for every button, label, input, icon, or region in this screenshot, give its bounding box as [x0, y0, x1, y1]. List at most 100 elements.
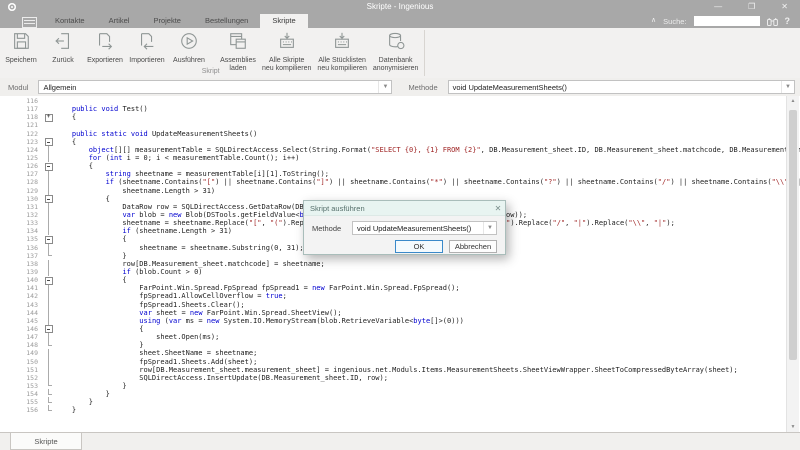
tab-projekte[interactable]: Projekte [141, 14, 193, 28]
scroll-up-icon[interactable]: ▲ [787, 96, 799, 106]
collapse-ribbon-icon[interactable]: ∧ [651, 14, 656, 28]
ribbon-button-alle-stücklisten-neu-kompilieren[interactable]: Alle Stücklisten neu kompilieren [314, 30, 369, 72]
chevron-down-icon[interactable]: ▼ [781, 81, 794, 93]
module-combobox[interactable]: Allgemein ▼ [38, 80, 392, 94]
minimize-button[interactable]: — [714, 0, 722, 14]
ribbon-button-ausführen[interactable]: Ausführen [168, 30, 210, 65]
code-text: sheet.SheetName = sheetname; [55, 349, 786, 357]
code-text: if (blob.Count > 0) [55, 268, 786, 276]
ribbon-separator [424, 30, 425, 76]
fold-margin [43, 227, 55, 235]
fold-margin [43, 317, 55, 325]
chevron-down-icon[interactable]: ▼ [378, 81, 391, 93]
method-combobox[interactable]: void UpdateMeasurementSheets() ▼ [448, 80, 795, 94]
code-text: if (sheetname.Contains("[") || sheetname… [55, 178, 800, 186]
assemblies-icon [228, 31, 248, 56]
fold-collapse-icon[interactable] [43, 325, 55, 333]
ribbon-button-label: Zurück [52, 57, 73, 65]
dialog-method-combobox[interactable]: void UpdateMeasurementSheets() ▼ [352, 221, 497, 235]
cancel-button[interactable]: Abbrechen [449, 240, 497, 253]
binoculars-icon[interactable] [767, 17, 778, 26]
line-number: 156 [0, 406, 43, 414]
maximize-button[interactable]: ❐ [748, 0, 755, 14]
fold-collapse-icon[interactable] [43, 195, 55, 203]
run-script-dialog: Skript ausführen ✕ Methode void UpdateMe… [303, 200, 506, 255]
line-number: 122 [0, 130, 43, 138]
code-text: sheet.Open(ms); [55, 333, 786, 341]
ribbon-button-exportieren[interactable]: Exportieren [84, 30, 126, 65]
fold-margin [43, 219, 55, 227]
ribbon-button-speichern[interactable]: Speichern [0, 30, 42, 65]
line-number: 127 [0, 170, 43, 178]
close-button[interactable]: ✕ [781, 0, 788, 14]
line-number: 130 [0, 195, 43, 203]
line-number: 133 [0, 219, 43, 227]
code-line: 138 row[DB.Measurement_sheet.matchcode] … [0, 260, 786, 268]
code-text: row[DB.Measurement_sheet.matchcode] = sh… [55, 260, 786, 268]
code-line: 147 sheet.Open(ms); [0, 333, 786, 341]
scroll-down-icon[interactable]: ▼ [787, 422, 799, 432]
fold-collapse-icon[interactable] [43, 235, 55, 243]
code-line: 145 using (var ms = new System.IO.Memory… [0, 317, 786, 325]
line-number: 126 [0, 162, 43, 170]
code-line: 150 fpSpread1.Sheets.Add(sheet); [0, 358, 786, 366]
line-number: 121 [0, 121, 43, 129]
code-text: } [55, 398, 786, 406]
code-editor[interactable]: 116117 public void Test()118 {121122 pub… [0, 96, 800, 432]
fold-collapse-icon[interactable] [43, 162, 55, 170]
tab-artikel[interactable]: Artikel [97, 14, 142, 28]
code-line: 153 } [0, 382, 786, 390]
help-icon[interactable]: ? [785, 16, 791, 26]
code-text: using (var ms = new System.IO.MemoryStre… [55, 317, 786, 325]
ribbon-button-datenbank-anonymisieren[interactable]: Datenbank anonymisieren [370, 30, 422, 72]
line-number: 117 [0, 105, 43, 113]
save-icon [11, 31, 31, 56]
line-number: 155 [0, 398, 43, 406]
fold-margin [43, 292, 55, 300]
ribbon-button-alle-skripte-neu-kompilieren[interactable]: Alle Skripte neu kompilieren [259, 30, 314, 72]
ribbon-button-label: Ausführen [173, 57, 205, 65]
chevron-down-icon[interactable]: ▼ [483, 222, 496, 234]
line-number: 124 [0, 146, 43, 154]
ribbon-button-zurück[interactable]: Zurück [42, 30, 84, 65]
code-text: fpSpread1.AllowCellOverflow = true; [55, 292, 786, 300]
code-line: 155 } [0, 398, 786, 406]
ribbon-button-importieren[interactable]: Importieren [126, 30, 168, 65]
code-line: 141 FarPoint.Win.Spread.FpSpread fpSprea… [0, 284, 786, 292]
ok-button[interactable]: OK [395, 240, 443, 253]
tab-skripte[interactable]: Skripte [260, 14, 307, 28]
ribbon-button-assemblies-laden[interactable]: Assemblies laden [217, 30, 259, 72]
fold-margin [43, 284, 55, 292]
menu-grid-icon[interactable] [22, 17, 37, 28]
fold-collapse-icon[interactable] [43, 138, 55, 146]
code-line: 151 row[DB.Measurement_sheet.measurement… [0, 366, 786, 374]
line-number: 137 [0, 252, 43, 260]
fold-expand-icon[interactable] [43, 113, 55, 121]
title-bar: Skripte - Ingenious — ❐ ✕ [0, 0, 800, 14]
code-text: row[DB.Measurement_sheet.measurement_she… [55, 366, 786, 374]
line-number: 128 [0, 178, 43, 186]
code-text: sheetname.Length > 31) [55, 187, 786, 195]
search-input[interactable] [694, 16, 760, 26]
code-text: } [55, 382, 786, 390]
fold-margin [43, 154, 55, 162]
dialog-close-icon[interactable]: ✕ [491, 204, 505, 213]
tab-bestellungen[interactable]: Bestellungen [193, 14, 260, 28]
code-text: { [55, 138, 786, 146]
fold-margin [43, 203, 55, 211]
fold-collapse-icon[interactable] [43, 276, 55, 284]
tab-kontakte[interactable]: Kontakte [43, 14, 97, 28]
line-number: 138 [0, 260, 43, 268]
ribbon-button-label: Importieren [129, 57, 164, 65]
code-line: 123 { [0, 138, 786, 146]
line-number: 131 [0, 203, 43, 211]
scrollbar-thumb[interactable] [789, 110, 797, 360]
vertical-scrollbar[interactable]: ▲ ▼ [786, 96, 799, 432]
bottom-tab-skripte[interactable]: Skripte [10, 433, 82, 450]
code-text: { [55, 325, 786, 333]
code-line: 129 sheetname.Length > 31) [0, 187, 786, 195]
module-label: Modul [8, 83, 28, 92]
line-number: 145 [0, 317, 43, 325]
code-line: 124 object[][] measurementTable = SQLDir… [0, 146, 786, 154]
code-text: { [55, 276, 786, 284]
